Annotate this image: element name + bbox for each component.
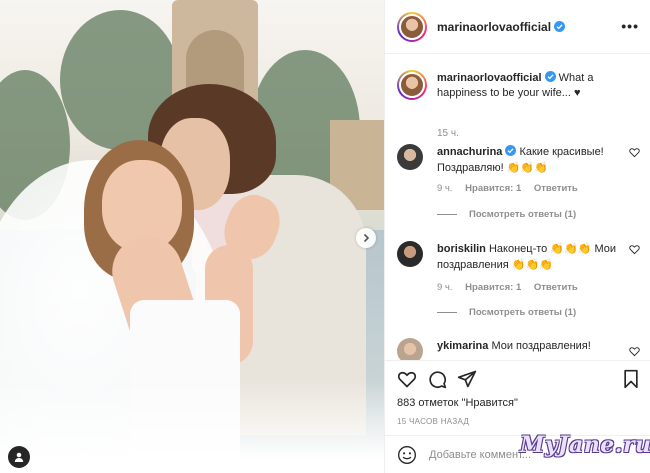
verified-icon (505, 145, 517, 156)
heart-icon[interactable] (629, 244, 640, 255)
avatar[interactable] (397, 241, 423, 267)
action-icons (397, 369, 477, 389)
post-time[interactable]: 15 ЧАСОВ НАЗАД (397, 417, 469, 426)
view-replies-button[interactable]: Посмотреть ответы (1) (437, 209, 576, 220)
comment-likes[interactable]: Нравится: 1 (465, 282, 521, 293)
send-icon[interactable] (457, 369, 477, 389)
comment-text: ykimarina Мои поздравления! (437, 338, 617, 354)
caption-time[interactable]: 15 ч. (437, 128, 459, 139)
caption-text: marinaorlovaofficial What a happiness to… (437, 71, 642, 101)
comment-time[interactable]: 9 ч. (437, 282, 453, 293)
comment-time[interactable]: 9 ч. (437, 183, 453, 194)
avatar[interactable] (397, 11, 427, 42)
smiley-icon[interactable] (397, 445, 417, 465)
heart-icon[interactable] (397, 369, 417, 389)
comment-meta: 9 ч. Нравится: 1 Ответить (437, 282, 588, 293)
view-replies-button[interactable]: Посмотреть ответы (1) (437, 307, 576, 318)
heart-icon[interactable] (629, 346, 640, 357)
comments-list[interactable]: marinaorlovaofficial What a happiness to… (385, 55, 650, 360)
author-username[interactable]: marinaorlovaofficial (437, 20, 566, 34)
bookmark-icon[interactable] (621, 369, 641, 389)
next-photo-button[interactable] (356, 228, 376, 248)
comment-icon[interactable] (427, 369, 447, 389)
reply-button[interactable]: Ответить (534, 183, 578, 194)
caption-username[interactable]: marinaorlovaofficial (437, 72, 542, 84)
comment-username[interactable]: annachurina (437, 146, 502, 158)
post-header: marinaorlovaofficial ••• (385, 0, 650, 54)
verified-icon (554, 20, 566, 32)
chevron-right-icon (363, 233, 370, 243)
watermark: MyJane.ru (520, 432, 650, 458)
more-options-button[interactable]: ••• (621, 18, 639, 34)
tagged-users-button[interactable] (8, 446, 30, 468)
heart-icon[interactable] (629, 147, 640, 158)
post-panel: marinaorlovaofficial ••• marinaorlovaoff… (384, 0, 650, 473)
user-icon (14, 452, 24, 462)
comment-username[interactable]: ykimarina (437, 340, 488, 352)
post-photo[interactable] (0, 0, 384, 473)
comment-text: boriskilin Наконец-то 👏👏👏 Мои поздравлен… (437, 241, 617, 273)
comment-likes[interactable]: Нравится: 1 (465, 183, 521, 194)
divider (437, 312, 457, 313)
avatar[interactable] (397, 144, 423, 170)
divider (437, 214, 457, 215)
comment-username[interactable]: boriskilin (437, 243, 486, 255)
comment-text: annachurina Какие красивые! Поздравляю! … (437, 144, 617, 176)
photo-fade (0, 380, 384, 473)
comment-input[interactable]: Добавьте коммент... (429, 449, 531, 461)
comment-meta: 9 ч. Нравится: 1 Ответить (437, 183, 588, 194)
comment-body: Мои поздравления! (491, 340, 591, 352)
avatar[interactable] (397, 70, 427, 100)
reply-button[interactable]: Ответить (534, 282, 578, 293)
likes-count[interactable]: 883 отметок "Нравится" (397, 397, 518, 409)
verified-icon (544, 71, 556, 82)
avatar[interactable] (397, 338, 423, 360)
